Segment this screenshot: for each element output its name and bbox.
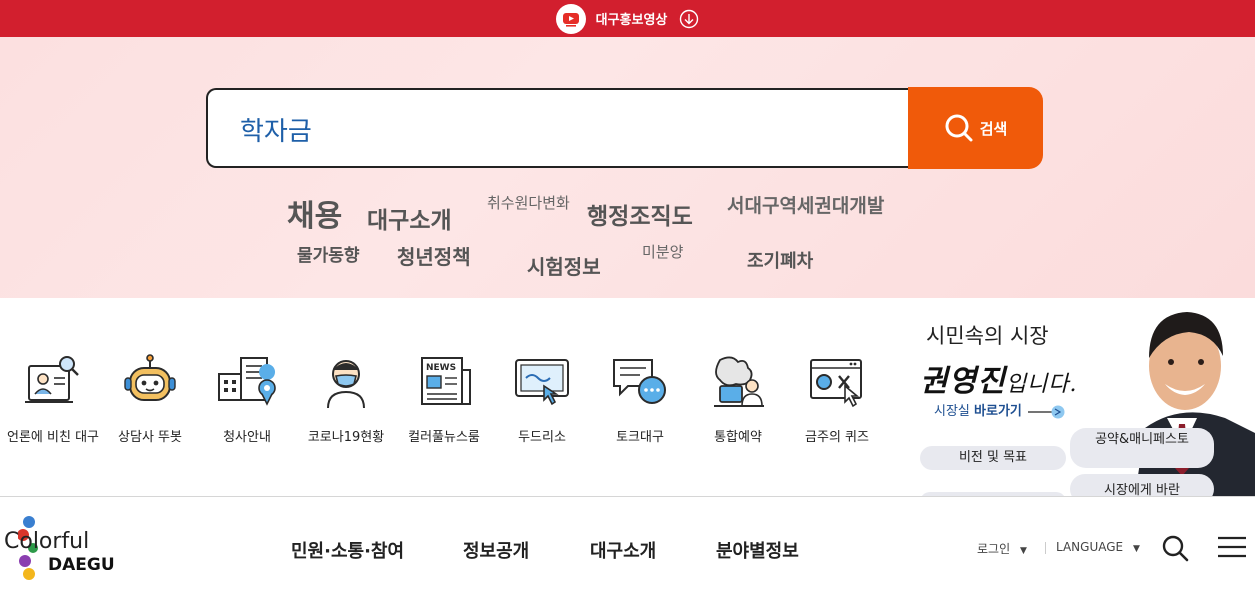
keyword-link[interactable]: 청년정책	[397, 241, 471, 270]
keyword-link[interactable]: 시험정보	[527, 251, 601, 280]
keyword-link[interactable]: 미분양	[642, 241, 683, 262]
promo-video-bar[interactable]: 대구홍보영상	[0, 0, 1255, 37]
colorful-daegu-logo[interactable]: Colorful DAEGU	[4, 515, 134, 581]
keyword-link[interactable]: 서대구역세권대개발	[727, 191, 884, 218]
youtube-icon	[555, 3, 586, 34]
service-label: 언론에 비친 대구	[7, 430, 99, 445]
search-input[interactable]	[238, 110, 878, 148]
tablet-touch-icon	[515, 359, 569, 406]
language-dropdown[interactable]: LANGUAGE ▼	[1056, 540, 1140, 554]
caret-down-icon: ▼	[1019, 546, 1027, 556]
building-icon	[218, 357, 276, 406]
ask-mayor-button[interactable]: 시장에게 바란	[1070, 474, 1214, 496]
service-covid[interactable]: 코로나19현황	[298, 350, 394, 445]
keyword-link[interactable]: 취수원다변화	[487, 192, 570, 213]
nav-information-disclosure[interactable]: 정보공개	[463, 537, 529, 563]
arrow-right-icon	[1028, 405, 1065, 418]
language-label: LANGUAGE	[1056, 540, 1124, 554]
mayor-name-text: 권영진	[920, 364, 1006, 399]
newspaper-icon: NEWS	[421, 357, 471, 405]
mayor-headline: 시민속의 시장	[926, 324, 1049, 348]
manifesto-button[interactable]: 공약&매니페스토	[1070, 428, 1214, 468]
masked-person-icon	[327, 360, 365, 409]
service-label: 두드리소	[518, 430, 566, 445]
keyword-link[interactable]: 조기폐차	[747, 247, 813, 273]
mayor-office-link[interactable]: 시장실 바로가기	[934, 400, 1066, 419]
service-chatbot[interactable]: 상담사 뚜봇	[102, 350, 198, 445]
service-reservation[interactable]: 통합예약	[690, 350, 786, 445]
keyword-link[interactable]: 채용	[287, 191, 342, 235]
nav-civil-participation[interactable]: 민원·소통·참여	[291, 537, 404, 563]
mayor-name-suffix: 입니다.	[1005, 372, 1078, 397]
service-label: 토크대구	[616, 430, 664, 445]
mayor-name: 권영진입니다.	[920, 356, 1078, 400]
search-hero: 검색 채용 대구소개 취수원다변화 행정조직도 서대구역세권대개발 물가동향 청…	[0, 37, 1255, 298]
search-button[interactable]: 검색	[908, 87, 1043, 169]
quiz-window-icon	[810, 359, 862, 408]
service-press[interactable]: 언론에 비친 대구	[5, 350, 101, 445]
promo-video-label: 대구홍보영상	[595, 13, 668, 28]
mayor-office-link-label: 바로가기	[974, 404, 1022, 419]
search-icon	[945, 114, 973, 142]
global-navigation: Colorful DAEGU 민원·소통·참여 정보공개 대구소개 분야별정보 …	[0, 496, 1255, 594]
login-label: 로그인	[977, 542, 1011, 556]
service-label: 코로나19현황	[307, 430, 385, 445]
service-talk[interactable]: 토크대구	[592, 350, 688, 445]
service-label: 상담사 뚜봇	[118, 430, 182, 445]
service-quiz[interactable]: 금주의 퀴즈	[789, 350, 885, 445]
vision-goals-button[interactable]: 비전 및 목표	[920, 446, 1066, 470]
logo-line2: DAEGU	[48, 555, 115, 575]
search-icon[interactable]	[1161, 534, 1189, 562]
download-arrow-icon	[680, 9, 699, 28]
service-building[interactable]: 청사안내	[199, 350, 295, 445]
service-label: 컬러풀뉴스룸	[408, 430, 480, 445]
search-button-label: 검색	[979, 119, 1008, 138]
keyword-link[interactable]: 물가동향	[297, 241, 360, 266]
keyword-link[interactable]: 행정조직도	[587, 197, 693, 231]
login-dropdown[interactable]: 로그인 ▼	[977, 540, 1027, 557]
mayor-office-link-prefix: 시장실	[934, 404, 970, 419]
nav-about-daegu[interactable]: 대구소개	[590, 537, 656, 563]
search-box	[206, 88, 912, 168]
mayor-panel: 시민속의 시장 권영진입니다. 시장실 바로가기 비전 및 목표 공약&매니페스…	[900, 298, 1255, 496]
press-monitor-icon	[25, 356, 79, 403]
logo-line1: Colorful	[4, 529, 90, 554]
service-label: 통합예약	[714, 430, 762, 445]
chat-bubble-icon	[613, 359, 666, 404]
caret-down-icon: ▼	[1132, 544, 1140, 554]
hamburger-menu-icon[interactable]	[1216, 535, 1248, 559]
util-divider	[1045, 542, 1046, 554]
robot-icon	[124, 354, 176, 401]
keyword-link[interactable]: 대구소개	[367, 201, 452, 235]
nav-field-info[interactable]: 분야별정보	[716, 537, 799, 563]
service-label: 청사안내	[223, 430, 271, 445]
reservation-map-icon	[714, 356, 764, 407]
service-label: 금주의 퀴즈	[805, 430, 869, 445]
svg-text:NEWS: NEWS	[426, 363, 456, 373]
service-dudrisso[interactable]: 두드리소	[494, 350, 590, 445]
service-newsroom[interactable]: NEWS 컬러풀뉴스룸	[396, 350, 492, 445]
